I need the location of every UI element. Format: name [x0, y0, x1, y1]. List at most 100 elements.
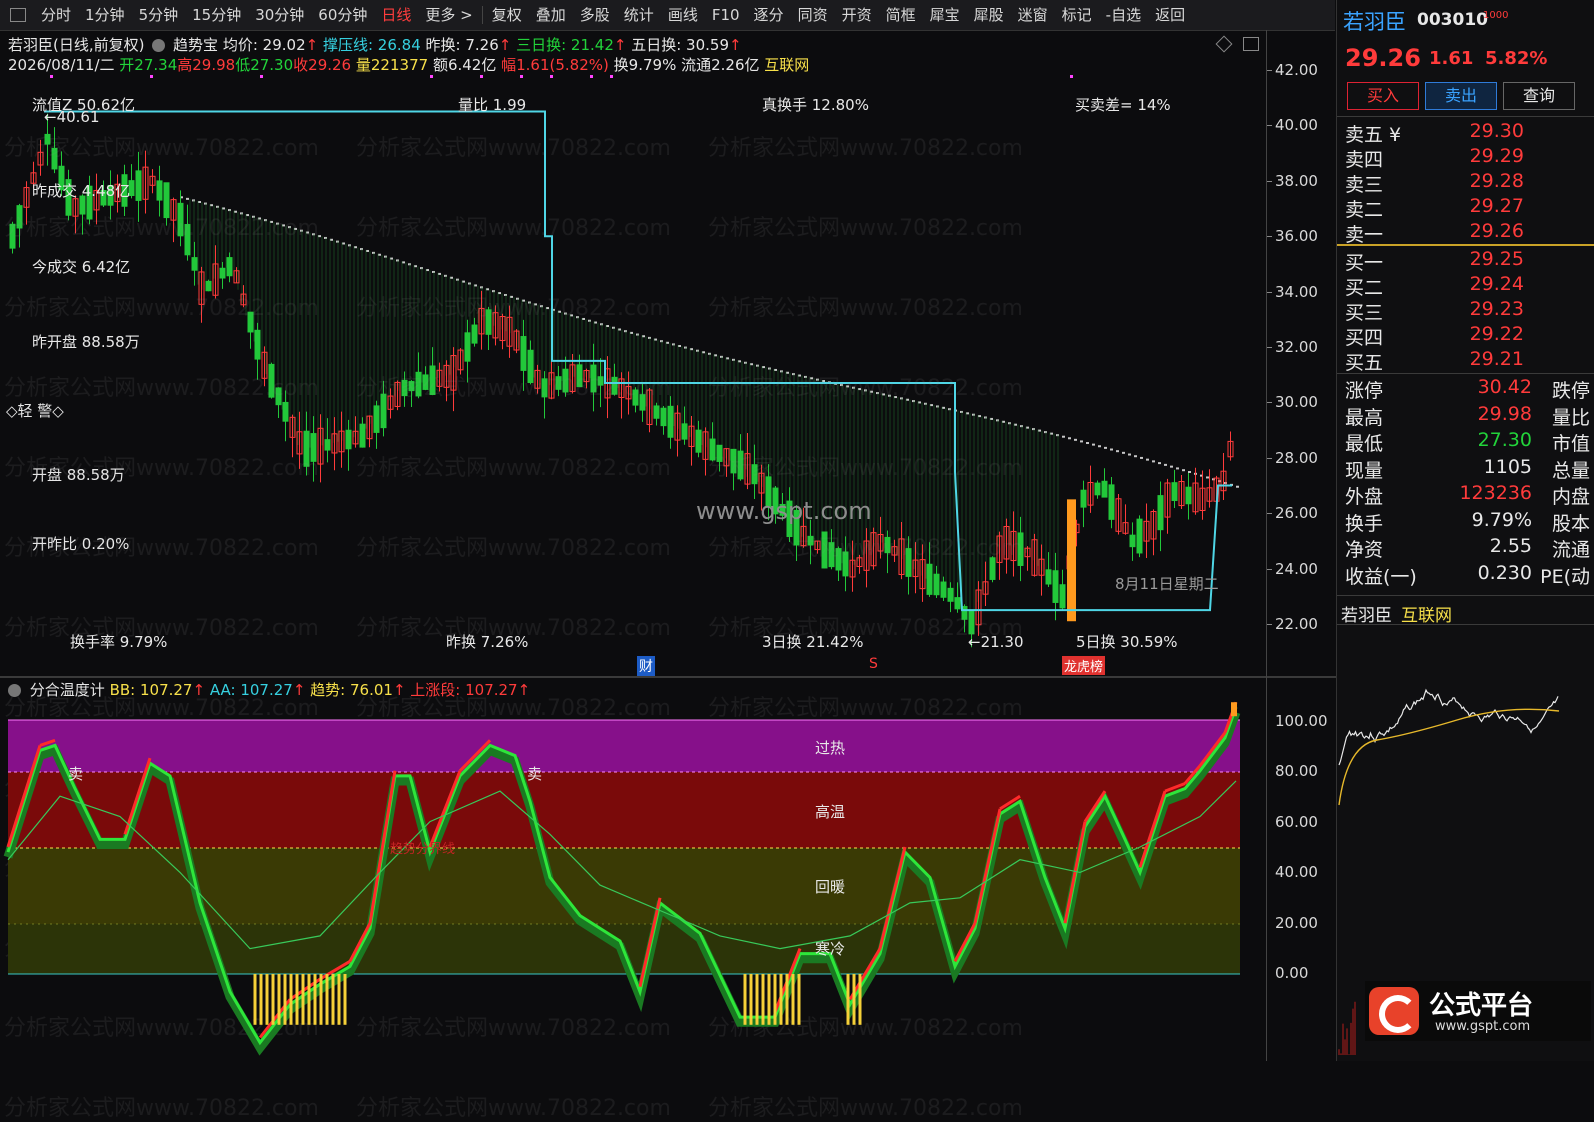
ask-row[interactable]: 卖五 ¥ 29.30 — [1345, 120, 1590, 146]
latest-bar — [1231, 702, 1237, 717]
btn-mark[interactable]: 标记 — [1055, 0, 1099, 30]
btn-multi-stock[interactable]: 多股 — [573, 0, 617, 30]
low-marker-value: 21.30 — [980, 633, 1024, 651]
ask-row[interactable]: 卖三 29.28 — [1345, 170, 1590, 196]
btn-by-minute[interactable]: 逐分 — [747, 0, 791, 30]
quote-lot-tag: 1000 — [1483, 10, 1509, 21]
stat-row[interactable]: 最低 27.30 市值 — [1345, 429, 1590, 455]
ma-dot — [1134, 455, 1137, 458]
ma-dot — [1068, 437, 1071, 440]
bid-row[interactable]: 买五 29.21 — [1345, 348, 1590, 374]
tab-1min[interactable]: 1分钟 — [78, 0, 132, 30]
stat-row-value: 1105 — [1483, 455, 1532, 478]
stat-row-value: 0.230 — [1477, 561, 1532, 584]
candle-body — [135, 170, 142, 201]
bid-row[interactable]: 买一 29.25 — [1345, 248, 1590, 274]
signal-dot — [610, 75, 613, 78]
btn-overlay[interactable]: 叠加 — [529, 0, 573, 30]
tab-daily[interactable]: 日线 — [374, 0, 418, 30]
real-turnover-label: 真换手 12.80% — [762, 96, 869, 114]
ask-row[interactable]: 卖二 29.27 — [1345, 195, 1590, 221]
axis-tick-mark — [1267, 291, 1272, 293]
ask-row[interactable]: 卖四 29.29 — [1345, 145, 1590, 171]
btn-same-fund[interactable]: 同资 — [791, 0, 835, 30]
mini-avg-line — [1338, 708, 1560, 806]
logo-text: 公式平台 — [1429, 991, 1534, 1021]
query-button[interactable]: 查询 — [1503, 82, 1575, 110]
ma-dot — [1080, 440, 1083, 443]
faint-label: 趋势分界线 — [390, 842, 456, 857]
candle-body — [639, 394, 646, 411]
bid-ask-diff-label: 买卖差= 14% — [1075, 96, 1171, 114]
bid-row-value: 29.22 — [1469, 323, 1524, 345]
bid-row-label: 买一 — [1345, 252, 1384, 274]
dragon-tiger-tag[interactable]: 龙虎榜 — [1062, 656, 1106, 675]
btn-statistics[interactable]: 统计 — [617, 0, 661, 30]
candle-body — [177, 202, 184, 237]
stat-row[interactable]: 涨停 30.42 跌停 — [1345, 376, 1590, 402]
btn-restore-rights[interactable]: 复权 — [485, 0, 529, 30]
stat-row[interactable]: 净资 2.55 流通 — [1345, 535, 1590, 561]
stat-row[interactable]: 最高 29.98 量比 — [1345, 403, 1590, 429]
mini-concept[interactable]: 互联网 — [1401, 601, 1452, 626]
stat-row[interactable]: 换手 9.79% 股本 — [1345, 509, 1590, 535]
candle-body — [345, 429, 352, 450]
ask-row-value: 29.29 — [1469, 145, 1524, 167]
ma-dot — [1152, 460, 1155, 463]
buy-button[interactable]: 买入 — [1347, 82, 1419, 110]
today-amount-label: 今成交 6.42亿 — [32, 258, 131, 276]
vol-ratio-label: 量比 1.99 — [458, 96, 527, 114]
btn-open-fund[interactable]: 开资 — [835, 0, 879, 30]
btn-mini-window[interactable]: 迷窗 — [1011, 0, 1055, 30]
finance-tag[interactable]: 财 — [637, 656, 655, 676]
candle-body — [471, 324, 478, 344]
tab-60min[interactable]: 60分钟 — [311, 0, 374, 30]
candle-body — [16, 205, 23, 229]
tab-minute[interactable]: 分时 — [34, 0, 78, 30]
top-toolbar: 分时 1分钟 5分钟 15分钟 30分钟 60分钟 日线 更多 > 复权 叠加 … — [0, 0, 1335, 31]
btn-xigu[interactable]: 犀股 — [967, 0, 1011, 30]
stat-row[interactable]: 现量 1105 总量 — [1345, 455, 1590, 482]
candle-body — [828, 542, 835, 568]
sub-toggle-icon[interactable] — [8, 684, 21, 697]
stat-row[interactable]: 收益(一) 0.230 PE(动 — [1345, 561, 1590, 588]
five-turn-label: 5日换 30.59% — [1076, 633, 1178, 651]
window-icon[interactable] — [10, 8, 26, 22]
stat-row[interactable]: 外盘 123236 内盘 — [1345, 482, 1590, 508]
candle-body — [9, 223, 16, 249]
bid-row[interactable]: 买二 29.24 — [1345, 273, 1590, 299]
candle-body — [1052, 570, 1059, 603]
bid-row-label: 买五 — [1345, 352, 1384, 374]
temperature-axis-tick: 80.00 — [1275, 762, 1318, 781]
btn-back[interactable]: 返回 — [1148, 0, 1192, 30]
ma-dot — [1176, 467, 1179, 470]
tab-5min[interactable]: 5分钟 — [132, 0, 186, 30]
tab-more[interactable]: 更多 > — [418, 0, 479, 30]
candle-body — [821, 531, 828, 569]
stat-row-label: 最高 — [1345, 406, 1384, 429]
ask-row[interactable]: 卖一 29.26 — [1345, 220, 1590, 246]
btn-simple-frame[interactable]: 简框 — [879, 0, 923, 30]
btn-xibao[interactable]: 犀宝 — [923, 0, 967, 30]
tab-15min[interactable]: 15分钟 — [185, 0, 248, 30]
bid-row[interactable]: 买三 29.23 — [1345, 298, 1590, 324]
stat-row-label: 涨停 — [1345, 380, 1384, 402]
price-axis-tick: 40.00 — [1275, 116, 1318, 135]
candle-body — [905, 548, 912, 577]
s-tag[interactable]: S — [869, 656, 878, 672]
tab-30min[interactable]: 30分钟 — [248, 0, 311, 30]
sell-button[interactable]: 卖出 — [1425, 82, 1497, 110]
stat-row-label2: 量比 — [1551, 406, 1590, 429]
bid-row[interactable]: 买四 29.22 — [1345, 323, 1590, 349]
btn-draw-line[interactable]: 画线 — [661, 0, 705, 30]
ma-dot — [1110, 448, 1113, 451]
stat-row-value: 27.30 — [1477, 429, 1532, 451]
stat-row-value: 2.55 — [1489, 535, 1532, 557]
ma-dot — [1092, 443, 1095, 446]
ma-dot — [186, 197, 189, 200]
signal-dot — [590, 75, 593, 78]
candle-body — [415, 371, 422, 397]
temperature-chart[interactable] — [0, 700, 1266, 1061]
btn-watchlist[interactable]: -自选 — [1099, 0, 1148, 30]
btn-f10[interactable]: F10 — [705, 0, 747, 30]
